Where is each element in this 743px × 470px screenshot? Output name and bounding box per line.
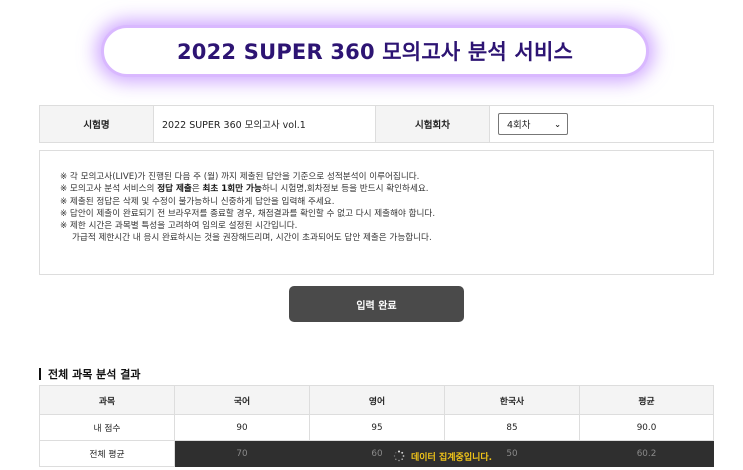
header-english: 영어: [309, 385, 445, 415]
overall-avg-label: 전체 평균: [39, 440, 175, 467]
header-history: 한국사: [444, 385, 580, 415]
notice-line-1: ※ 각 모의고사(LIVE)가 진행된 다음 주 (월) 까지 제출된 답안을 …: [60, 172, 420, 182]
my-score-english: 95: [309, 414, 445, 441]
page-title-banner: 2022 SUPER 360 모의고사 분석 서비스: [104, 28, 646, 74]
my-score-korean: 90: [174, 414, 310, 441]
section-bar: [39, 368, 41, 380]
table-row: 내 점수 90 95 85 90.0: [39, 414, 714, 441]
chevron-down-icon: ⌄: [554, 119, 561, 129]
notice-line-3: ※ 제출된 정답은 삭제 및 수정이 불가능하니 신중하게 답안을 입력해 주세…: [60, 196, 335, 207]
overall-avg-korean: 70: [174, 440, 310, 467]
overall-avg-average: 60.2: [579, 440, 714, 467]
notice-line-6: 가급적 제한시간 내 응시 완료하시는 것을 권장해드리며, 시간이 초과되어도…: [72, 233, 432, 244]
results-header-row: 과목 국어 영어 한국사 평균: [39, 385, 714, 415]
page-title: 2022 SUPER 360 모의고사 분석 서비스: [176, 40, 573, 64]
loading-text: 데이터 집계중입니다.: [411, 452, 493, 463]
my-score-label: 내 점수: [39, 414, 175, 441]
exam-name-label: 시험명: [39, 105, 154, 143]
header-subject: 과목: [39, 385, 175, 415]
results-section-title: 전체 과목 분석 결과: [48, 368, 141, 381]
exam-round-cell: 4회차 ⌄: [489, 105, 714, 143]
notice-line-5: ※ 제한 시간은 과목별 특성을 고려하여 임의로 설정된 시간입니다.: [60, 221, 298, 232]
notice-line-2: ※ 모의고사 분석 서비스의 정답 제출은 최초 1회만 가능하니 시험명,회차…: [60, 184, 429, 195]
results-container: 과목 국어 영어 한국사 평균 내 점수 90 95 85 90.0 전체 평균…: [39, 385, 714, 469]
submit-button[interactable]: 입력 완료: [289, 286, 464, 322]
my-score-history: 85: [444, 414, 580, 441]
exam-round-selected: 4회차: [507, 120, 531, 131]
exam-info-table: 시험명 2022 SUPER 360 모의고사 vol.1 시험회차 4회차 ⌄: [39, 105, 714, 143]
exam-name-value: 2022 SUPER 360 모의고사 vol.1: [153, 105, 376, 143]
header-average: 평균: [579, 385, 714, 415]
header-korean: 국어: [174, 385, 310, 415]
my-score-average: 90.0: [579, 414, 714, 441]
results-section-header: 전체 과목 분석 결과: [39, 366, 140, 382]
loading-overlay: 데이터 집계중입니다.: [393, 443, 492, 469]
notice-box: ※ 각 모의고사(LIVE)가 진행된 다음 주 (월) 까지 제출된 답안을 …: [39, 150, 714, 275]
notice-line-4: ※ 답안이 제출이 완료되기 전 브라우저를 종료할 경우, 채점결과를 확인할…: [60, 208, 436, 219]
exam-round-select[interactable]: 4회차 ⌄: [498, 113, 568, 135]
table-row: 전체 평균 70 60 50 60.2: [39, 440, 714, 467]
loading-spinner-icon: [393, 450, 405, 462]
results-table: 과목 국어 영어 한국사 평균 내 점수 90 95 85 90.0 전체 평균…: [39, 385, 714, 467]
exam-round-label: 시험회차: [375, 105, 490, 143]
